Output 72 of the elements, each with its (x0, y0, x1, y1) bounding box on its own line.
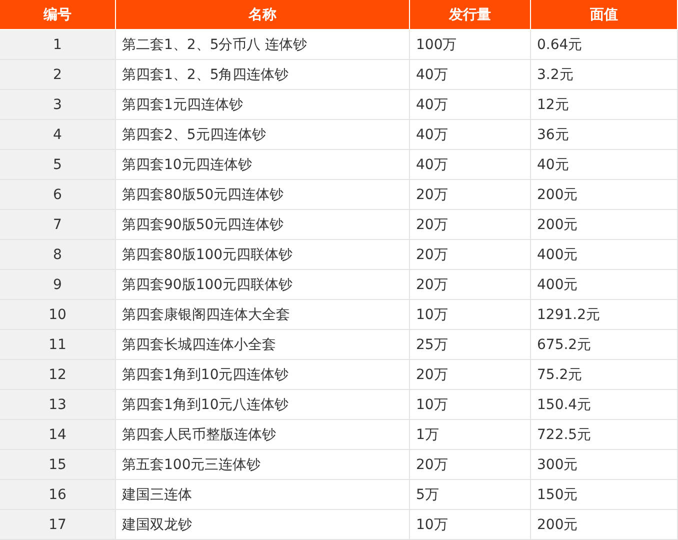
table-cell: 第四套1角到10元八连体钞 (116, 390, 410, 420)
row-number: 11 (0, 330, 116, 360)
row-number: 15 (0, 450, 116, 480)
table-cell: 20万 (410, 450, 531, 480)
table-cell: 第四套90版50元四连体钞 (116, 210, 410, 240)
table-cell: 20万 (410, 270, 531, 300)
table-cell: 第四套2、5元四连体钞 (116, 120, 410, 150)
table-cell: 75.2元 (531, 360, 678, 390)
table-cell: 200元 (531, 180, 678, 210)
table-cell: 100万 (410, 30, 531, 60)
table-cell: 400元 (531, 240, 678, 270)
table-cell: 第四套1、2、5角四连体钞 (116, 60, 410, 90)
row-number: 13 (0, 390, 116, 420)
column-header: 面值 (531, 0, 678, 30)
row-number: 3 (0, 90, 116, 120)
table-cell: 20万 (410, 210, 531, 240)
table-cell: 1291.2元 (531, 300, 678, 330)
row-number: 6 (0, 180, 116, 210)
table-cell: 40元 (531, 150, 678, 180)
table-cell: 36元 (531, 120, 678, 150)
table-cell: 10万 (410, 390, 531, 420)
row-number: 1 (0, 30, 116, 60)
table-cell: 第二套1、2、5分币八 连体钞 (116, 30, 410, 60)
table-cell: 20万 (410, 180, 531, 210)
table-cell: 1万 (410, 420, 531, 450)
row-number: 9 (0, 270, 116, 300)
table-cell: 722.5元 (531, 420, 678, 450)
table-cell: 建国三连体 (116, 480, 410, 510)
table-cell: 5万 (410, 480, 531, 510)
row-number: 14 (0, 420, 116, 450)
table-cell: 建国双龙钞 (116, 510, 410, 540)
table-cell: 40万 (410, 60, 531, 90)
table-cell: 20万 (410, 240, 531, 270)
table-cell: 3.2元 (531, 60, 678, 90)
table-cell: 40万 (410, 150, 531, 180)
table-cell: 40万 (410, 120, 531, 150)
row-number: 8 (0, 240, 116, 270)
table-cell: 第四套康银阁四连体大全套 (116, 300, 410, 330)
row-number: 16 (0, 480, 116, 510)
table-cell: 150.4元 (531, 390, 678, 420)
row-number: 12 (0, 360, 116, 390)
column-header: 发行量 (410, 0, 531, 30)
table-cell: 第四套长城四连体小全套 (116, 330, 410, 360)
table-cell: 0.64元 (531, 30, 678, 60)
table-cell: 第四套人民币整版连体钞 (116, 420, 410, 450)
table-cell: 12元 (531, 90, 678, 120)
row-number: 2 (0, 60, 116, 90)
table-cell: 第四套80版100元四联体钞 (116, 240, 410, 270)
table-cell: 200元 (531, 210, 678, 240)
table-cell: 150元 (531, 480, 678, 510)
table-cell: 10万 (410, 300, 531, 330)
table-cell: 20万 (410, 360, 531, 390)
row-number: 5 (0, 150, 116, 180)
table-cell: 10万 (410, 510, 531, 540)
table-cell: 400元 (531, 270, 678, 300)
table-cell: 第四套80版50元四连体钞 (116, 180, 410, 210)
table-cell: 40万 (410, 90, 531, 120)
column-header: 名称 (116, 0, 410, 30)
table-cell: 300元 (531, 450, 678, 480)
row-number: 10 (0, 300, 116, 330)
table-cell: 第四套90版100元四联体钞 (116, 270, 410, 300)
row-number: 4 (0, 120, 116, 150)
table-cell: 第四套10元四连体钞 (116, 150, 410, 180)
column-header: 编号 (0, 0, 116, 30)
table-cell: 25万 (410, 330, 531, 360)
table-cell: 第四套1角到10元四连体钞 (116, 360, 410, 390)
table-cell: 200元 (531, 510, 678, 540)
table-cell: 675.2元 (531, 330, 678, 360)
row-number: 7 (0, 210, 116, 240)
table-cell: 第五套100元三连体钞 (116, 450, 410, 480)
row-number: 17 (0, 510, 116, 540)
table-cell: 第四套1元四连体钞 (116, 90, 410, 120)
